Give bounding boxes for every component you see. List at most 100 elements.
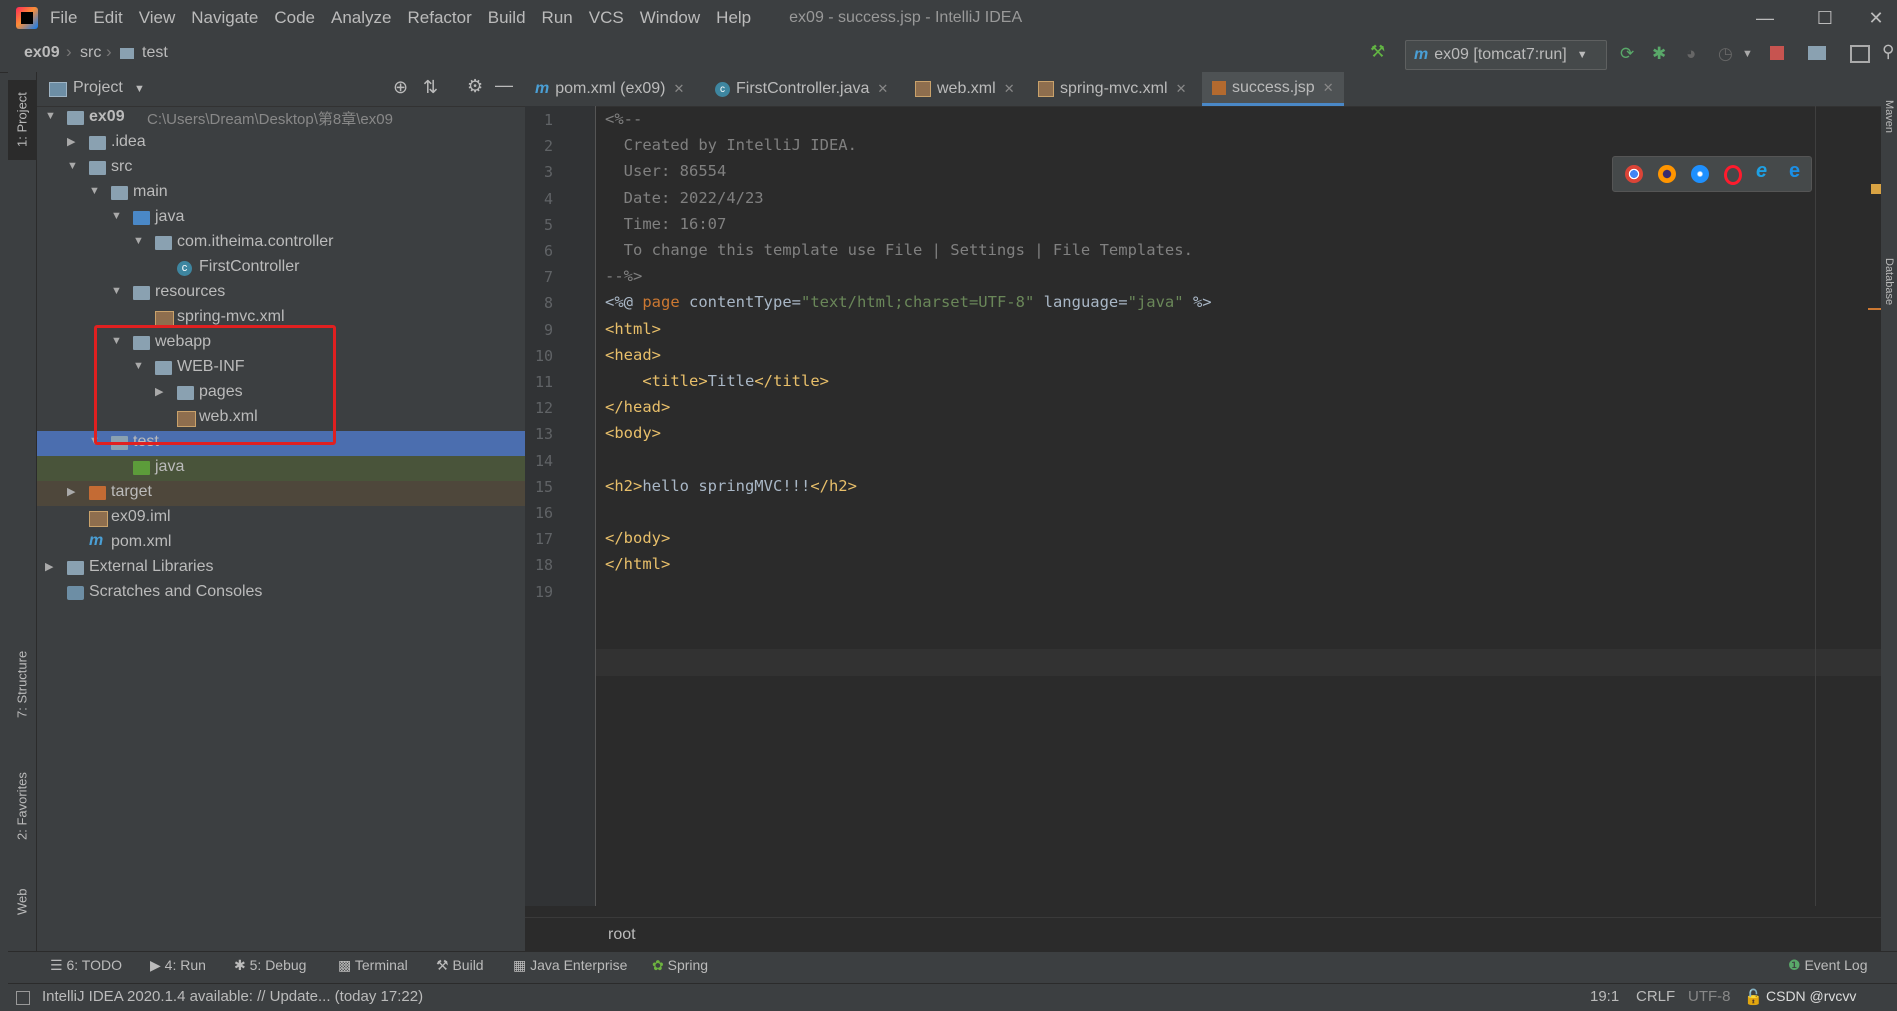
opera-icon[interactable]	[1724, 165, 1742, 185]
tab-favorites[interactable]: 2: Favorites	[8, 766, 36, 846]
tab-success-jsp[interactable]: success.jsp ✕	[1202, 72, 1344, 106]
tree-item-label: resources	[155, 283, 226, 300]
collapse-all-icon[interactable]: ⇅	[423, 77, 438, 98]
edge-icon[interactable]: e	[1789, 160, 1807, 182]
gear-icon[interactable]: ⚙	[467, 76, 483, 97]
todo-tool-button[interactable]: ☰ 6: TODO	[50, 957, 122, 974]
tree-item[interactable]: ▼ resources	[37, 281, 525, 306]
menu-analyze[interactable]: Analyze	[331, 8, 391, 28]
tab-spring-mvc-xml[interactable]: spring-mvc.xml ✕	[1038, 72, 1186, 106]
crumb-test[interactable]: test	[142, 44, 168, 62]
close-icon[interactable]: ✕	[877, 81, 888, 97]
tab-web-xml[interactable]: web.xml ✕	[915, 72, 1015, 106]
java-enterprise-tool-button[interactable]: ▦ Java Enterprise	[513, 957, 627, 974]
menu-window[interactable]: Window	[640, 8, 700, 28]
tab-structure[interactable]: 7: Structure	[8, 644, 36, 724]
tree-item[interactable]: ▶ .idea	[37, 131, 525, 156]
profile-icon[interactable]: ◷	[1718, 44, 1733, 64]
code-editor[interactable]: <%-- Created by IntelliJ IDEA. User: 865…	[525, 106, 1815, 906]
tree-item[interactable]: m pom.xml	[37, 531, 525, 556]
tree-item[interactable]: ▶ External Libraries	[37, 556, 525, 581]
file-encoding[interactable]: UTF-8	[1688, 988, 1731, 1005]
tab-project[interactable]: 1: Project	[8, 80, 36, 160]
tree-item[interactable]: ▼ java	[37, 206, 525, 231]
tab-maven[interactable]: Maven	[1881, 82, 1897, 152]
tree-item[interactable]: ▼ ex09 C:\Users\Dream\Desktop\第8章\ex09	[37, 106, 525, 131]
debug-tool-button[interactable]: ✱ 5: Debug	[234, 957, 306, 974]
close-icon[interactable]: ✕	[1176, 81, 1187, 97]
tree-item[interactable]: ▼ main	[37, 181, 525, 206]
project-panel-title[interactable]: Project	[73, 79, 123, 97]
class-icon: c	[177, 261, 192, 276]
stop-icon[interactable]	[1770, 46, 1784, 60]
expand-arrow-icon[interactable]: ▼	[89, 185, 100, 197]
menu-refactor[interactable]: Refactor	[407, 8, 471, 28]
debug-bug-icon[interactable]: ✱	[1652, 44, 1666, 64]
tab-database[interactable]: Database	[1881, 237, 1897, 327]
coverage-icon[interactable]: ◕	[1686, 44, 1696, 64]
expand-arrow-icon[interactable]: ▼	[133, 235, 144, 247]
chrome-icon[interactable]	[1625, 165, 1643, 183]
locate-crosshair-icon[interactable]: ⊕	[393, 77, 408, 98]
tree-item[interactable]: c FirstController	[37, 256, 525, 281]
collapse-arrow-icon[interactable]: ▶	[67, 485, 75, 498]
search-icon[interactable]: ⚲	[1882, 42, 1894, 62]
close-icon[interactable]: ✕	[673, 81, 684, 97]
lock-icon[interactable]: 🔓	[1744, 988, 1763, 1006]
firefox-icon[interactable]	[1658, 165, 1676, 183]
crumb-src[interactable]: src	[80, 44, 101, 62]
caret-position[interactable]: 19:1	[1590, 988, 1619, 1005]
maximize-button[interactable]: ☐	[1795, 0, 1855, 36]
expand-arrow-icon[interactable]: ▼	[67, 160, 78, 172]
menu-run[interactable]: Run	[542, 8, 573, 28]
close-icon[interactable]: ✕	[1323, 80, 1334, 96]
line-separator[interactable]: CRLF	[1636, 988, 1675, 1005]
status-toggle-icon[interactable]	[16, 991, 30, 1005]
safari-icon[interactable]	[1691, 165, 1709, 183]
tab-pom-xml[interactable]: m pom.xml (ex09) ✕	[535, 72, 684, 106]
menu-help[interactable]: Help	[716, 8, 751, 28]
run-config-selector[interactable]: m ex09 [tomcat7:run] ▼	[1405, 40, 1607, 70]
close-icon[interactable]: ✕	[1004, 81, 1015, 97]
chevron-down-icon[interactable]: ▼	[134, 83, 145, 95]
build-hammer-icon[interactable]: ⚒	[1370, 42, 1385, 62]
menu-navigate[interactable]: Navigate	[191, 8, 258, 28]
tree-item[interactable]: java	[37, 456, 525, 481]
expand-arrow-icon[interactable]: ▼	[111, 210, 122, 222]
scratches-icon	[67, 586, 84, 600]
collapse-arrow-icon[interactable]: ▶	[45, 560, 53, 573]
status-message[interactable]: IntelliJ IDEA 2020.1.4 available: // Upd…	[42, 988, 423, 1005]
event-log-button[interactable]: ❶ Event Log	[1788, 957, 1868, 974]
tree-item[interactable]: ▶ target	[37, 481, 525, 506]
hide-panel-icon[interactable]: —	[495, 75, 513, 96]
tree-item[interactable]: ex09.iml	[37, 506, 525, 531]
menu-edit[interactable]: Edit	[93, 8, 122, 28]
menu-code[interactable]: Code	[274, 8, 315, 28]
collapse-arrow-icon[interactable]: ▶	[67, 135, 75, 148]
chevron-down-icon[interactable]: ▼	[1742, 48, 1753, 60]
tab-web[interactable]: Web	[8, 872, 36, 932]
menu-file[interactable]: File	[50, 8, 77, 28]
menu-view[interactable]: View	[139, 8, 176, 28]
menu-vcs[interactable]: VCS	[589, 8, 624, 28]
presentation-icon[interactable]	[1850, 45, 1870, 63]
terminal-tool-button[interactable]: ▩ Terminal	[338, 957, 408, 974]
project-structure-icon[interactable]	[1808, 46, 1826, 60]
spring-tool-button[interactable]: ✿ Spring	[652, 957, 708, 974]
build-tool-button[interactable]: ⚒ Build	[436, 957, 484, 974]
breadcrumb-root[interactable]: root	[608, 926, 636, 944]
close-window-button[interactable]: ✕	[1855, 0, 1897, 36]
run-tool-button[interactable]: ▶ 4: Run	[150, 957, 206, 974]
tree-item[interactable]: ▼ src	[37, 156, 525, 181]
rerun-icon[interactable]: ⟳	[1620, 44, 1634, 64]
tab-firstcontroller-java[interactable]: c FirstController.java ✕	[715, 72, 888, 106]
warning-marker-icon[interactable]	[1871, 184, 1881, 194]
menu-build[interactable]: Build	[488, 8, 526, 28]
internet-explorer-icon[interactable]: e	[1756, 160, 1774, 182]
crumb-project[interactable]: ex09	[24, 44, 60, 62]
tree-item[interactable]: ▼ com.itheima.controller	[37, 231, 525, 256]
tree-item[interactable]: Scratches and Consoles	[37, 581, 525, 606]
expand-arrow-icon[interactable]: ▼	[45, 110, 56, 122]
expand-arrow-icon[interactable]: ▼	[111, 285, 122, 297]
minimize-button[interactable]: —	[1735, 0, 1795, 36]
